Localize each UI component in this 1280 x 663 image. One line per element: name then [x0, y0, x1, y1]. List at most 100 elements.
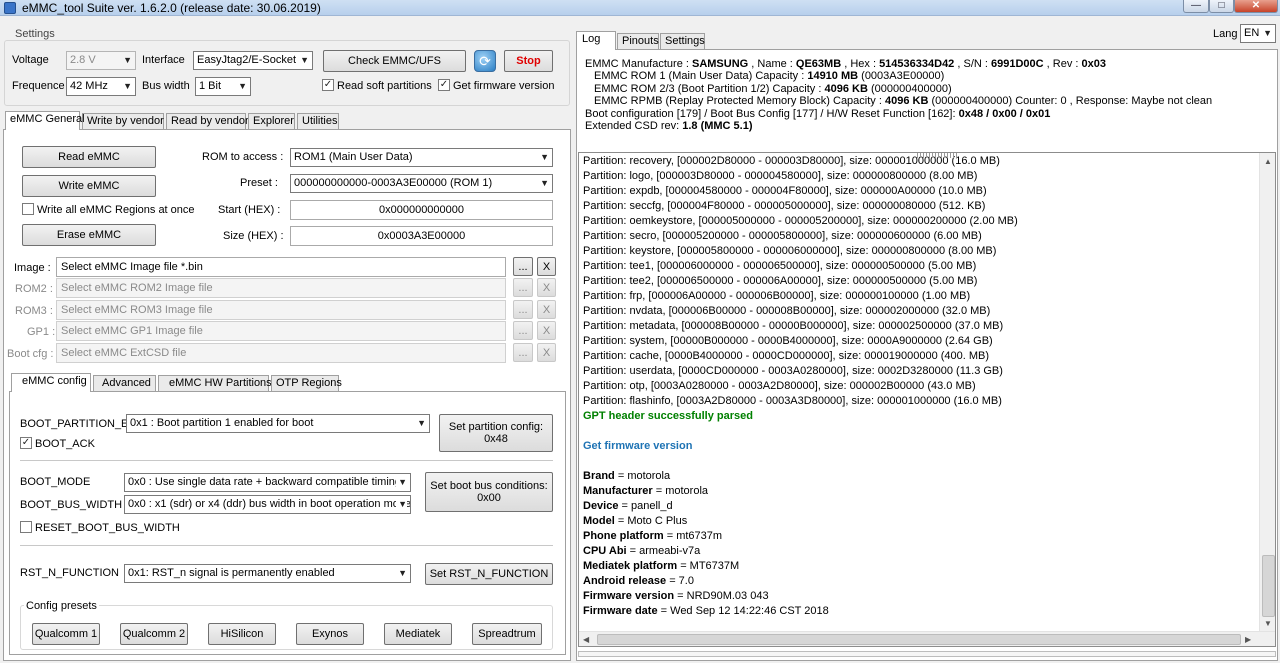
- tab-advanced[interactable]: Advanced: [93, 375, 156, 392]
- lang-select[interactable]: EN ▼: [1240, 24, 1276, 43]
- image-clear-button[interactable]: X: [537, 257, 556, 276]
- rst-n-function-select[interactable]: 0x1: RST_n signal is permanently enabled…: [124, 564, 411, 583]
- rom-access-label: ROM to access :: [202, 151, 284, 163]
- image-browse-button[interactable]: ...: [513, 257, 533, 276]
- device-info-line: Extended CSD rev: 1.8 (MMC 5.1): [585, 120, 753, 133]
- preset-mediatek-button[interactable]: Mediatek: [384, 623, 452, 645]
- tab-settings[interactable]: Settings: [660, 33, 705, 50]
- preset-hisilicon-button[interactable]: HiSilicon: [208, 623, 276, 645]
- firmware-row: CPU Abi = armeabi-v7a: [583, 545, 701, 557]
- get-firmware-checkbox[interactable]: ✓: [438, 79, 450, 91]
- bootcfg-browse-button[interactable]: ...: [513, 343, 533, 362]
- chevron-down-icon: ▼: [396, 496, 407, 513]
- gp1-clear-button[interactable]: X: [537, 321, 556, 340]
- boot-ack-checkbox[interactable]: ✓: [20, 437, 32, 449]
- rom2-clear-button[interactable]: X: [537, 278, 556, 297]
- gp1-browse-button[interactable]: ...: [513, 321, 533, 340]
- scroll-down-icon[interactable]: ▼: [1264, 619, 1272, 628]
- rom2-browse-button[interactable]: ...: [513, 278, 533, 297]
- vertical-scrollbar[interactable]: ▲ ▼: [1259, 153, 1275, 631]
- tab-utilities[interactable]: Utilities: [297, 113, 339, 130]
- refresh-icon[interactable]: ⟳: [474, 50, 496, 72]
- reset-boot-bus-width-label: RESET_BOOT_BUS_WIDTH: [35, 522, 180, 534]
- minimize-button[interactable]: —: [1183, 0, 1209, 13]
- preset-qualcomm-1-button[interactable]: Qualcomm 1: [32, 623, 100, 645]
- preset-spreadtrum-button[interactable]: Spreadtrum: [472, 623, 542, 645]
- erase-emmc-button[interactable]: Erase eMMC: [22, 224, 156, 246]
- buswidth-select[interactable]: 1 Bit ▼: [195, 77, 251, 96]
- tab-write-by-vendor[interactable]: Write by vendor: [82, 113, 164, 130]
- gp1-file-input[interactable]: Select eMMC GP1 Image file: [56, 321, 506, 341]
- device-info-line: EMMC RPMB (Replay Protected Memory Block…: [594, 95, 1213, 108]
- stop-button[interactable]: Stop: [504, 50, 553, 72]
- tab-read-by-vendor[interactable]: Read by vendor: [166, 113, 249, 130]
- boot-mode-select[interactable]: 0x0 : Use single data rate + backward co…: [124, 473, 411, 492]
- list-item: Partition: otp, [0003A0280000 - 0003A2D8…: [583, 380, 976, 392]
- tab-explorer[interactable]: Explorer: [248, 113, 295, 130]
- set-rst-n-function-button[interactable]: Set RST_N_FUNCTION: [425, 563, 553, 585]
- preset-select[interactable]: 000000000000-0003A3E00000 (ROM 1) ▼: [290, 174, 553, 193]
- horizontal-scrollbar[interactable]: ◀ ▶: [579, 631, 1275, 646]
- divider: [20, 545, 553, 546]
- splitter-grip[interactable]: [917, 153, 959, 158]
- start-hex-input[interactable]: 0x000000000000: [290, 200, 553, 220]
- set-boot-bus-button[interactable]: Set boot bus conditions: 0x00: [425, 472, 553, 512]
- write-emmc-button[interactable]: Write eMMC: [22, 175, 156, 197]
- set-partition-config-button[interactable]: Set partition config: 0x48: [439, 414, 553, 452]
- tab-otp-regions[interactable]: OTP Regions: [271, 375, 342, 392]
- list-item: Partition: secro, [000005200000 - 000005…: [583, 230, 982, 242]
- chevron-down-icon: ▼: [417, 418, 426, 428]
- maximize-button[interactable]: □: [1209, 0, 1234, 13]
- scroll-left-icon[interactable]: ◀: [583, 635, 589, 644]
- boot-bus-width-select[interactable]: 0x0 : x1 (sdr) or x4 (ddr) bus width in …: [124, 495, 411, 514]
- tab-emmc-general[interactable]: eMMC General: [5, 111, 85, 130]
- preset-exynos-button[interactable]: Exynos: [296, 623, 364, 645]
- rom3-clear-button[interactable]: X: [537, 300, 556, 319]
- size-hex-input[interactable]: 0x0003A3E00000: [290, 226, 553, 246]
- title-bar[interactable]: eMMC_tool Suite ver. 1.6.2.0 (release da…: [0, 0, 1280, 16]
- divider: [20, 460, 553, 461]
- scroll-thumb[interactable]: [597, 634, 1241, 645]
- bootcfg-file-input[interactable]: Select eMMC ExtCSD file: [56, 343, 506, 363]
- list-item: Partition: cache, [0000B4000000 - 0000CD…: [583, 350, 990, 362]
- voltage-select[interactable]: 2.8 V ▼: [66, 51, 136, 70]
- start-hex-label: Start (HEX) :: [218, 204, 281, 216]
- preset-qualcomm-2-button[interactable]: Qualcomm 2: [120, 623, 188, 645]
- rom3-file-input[interactable]: Select eMMC ROM3 Image file: [56, 300, 506, 320]
- check-emmc-button[interactable]: Check EMMC/UFS: [323, 50, 466, 72]
- chevron-down-icon: ▼: [300, 55, 309, 65]
- tab-emmc-config[interactable]: eMMC config: [11, 373, 91, 392]
- tab-emmc-hw-partitions[interactable]: eMMC HW Partitions: [158, 375, 272, 392]
- boot-partition-label: BOOT_PARTITION_EN: [20, 418, 137, 430]
- firmware-row: Brand = motorola: [583, 470, 671, 482]
- rst-n-function-label: RST_N_FUNCTION: [20, 567, 120, 579]
- scroll-thumb[interactable]: [1262, 555, 1275, 617]
- firmware-row: Firmware date = Wed Sep 12 14:22:46 CST …: [583, 605, 829, 617]
- device-info-line: EMMC ROM 1 (Main User Data) Capacity : 1…: [594, 70, 945, 83]
- read-emmc-button[interactable]: Read eMMC: [22, 146, 156, 168]
- list-item: Partition: seccfg, [000004F80000 - 00000…: [583, 200, 986, 212]
- close-button[interactable]: ✕: [1234, 0, 1278, 13]
- interface-select[interactable]: EasyJtag2/E-Socket ▼: [193, 51, 313, 70]
- boot-partition-select[interactable]: 0x1 : Boot partition 1 enabled for boot ▼: [126, 414, 430, 433]
- firmware-row: Device = panell_d: [583, 500, 673, 512]
- read-soft-partitions-checkbox[interactable]: ✓: [322, 79, 334, 91]
- reset-boot-bus-width-checkbox[interactable]: [20, 521, 32, 533]
- chevron-down-icon: ▼: [123, 55, 132, 65]
- tab-log[interactable]: Log: [576, 31, 616, 50]
- chevron-down-icon: ▼: [540, 178, 549, 188]
- read-soft-partitions-label: Read soft partitions: [337, 80, 432, 92]
- log-output[interactable]: Partition: recovery, [000002D80000 - 000…: [578, 152, 1276, 647]
- rom3-browse-button[interactable]: ...: [513, 300, 533, 319]
- rom-access-select[interactable]: ROM1 (Main User Data) ▼: [290, 148, 553, 167]
- scroll-up-icon[interactable]: ▲: [1264, 157, 1272, 166]
- list-item: Partition: expdb, [000004580000 - 000004…: [583, 185, 987, 197]
- tab-pinouts[interactable]: Pinouts: [617, 33, 659, 50]
- bootcfg-clear-button[interactable]: X: [537, 343, 556, 362]
- rom2-file-input[interactable]: Select eMMC ROM2 Image file: [56, 278, 506, 298]
- frequency-select[interactable]: 42 MHz ▼: [66, 77, 136, 96]
- write-all-regions-checkbox[interactable]: [22, 203, 34, 215]
- scroll-right-icon[interactable]: ▶: [1245, 635, 1251, 644]
- image-file-input[interactable]: Select eMMC Image file *.bin: [56, 257, 506, 277]
- get-firmware-label: Get firmware version: [453, 80, 555, 92]
